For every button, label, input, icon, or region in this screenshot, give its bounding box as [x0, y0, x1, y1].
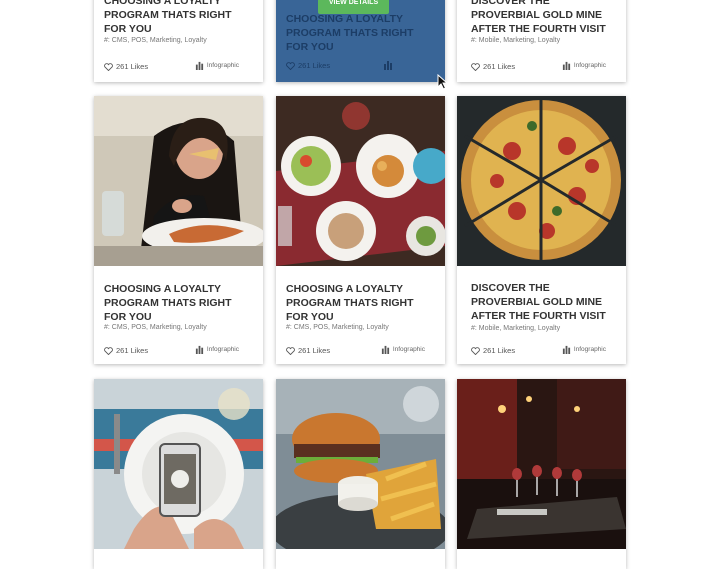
burger-photo: [276, 379, 445, 549]
heart-icon: [104, 346, 113, 355]
bar-chart-icon: [562, 61, 570, 70]
bar-chart-icon: [384, 61, 392, 70]
card-type-label: Infographic: [206, 346, 239, 353]
card-tags: #: CMS, POS, Marketing, Loyalty: [104, 37, 207, 44]
card-tags: #: CMS, POS, Marketing, Loyalty: [286, 324, 389, 331]
article-card[interactable]: Discover the Proverbial Gold Mine After …: [457, 0, 626, 82]
pizza-photo: [457, 96, 626, 266]
bar-chart-icon: [381, 345, 389, 354]
card-type-label: Infographic: [392, 346, 425, 353]
card-title[interactable]: Discover the Proverbial Gold Mine After …: [471, 0, 621, 36]
article-card[interactable]: [94, 379, 263, 569]
card-image[interactable]: [276, 96, 445, 266]
heart-icon: [471, 62, 480, 71]
card-tags: #: Mobile, Marketing, Loyalty: [471, 37, 561, 44]
likes-count: 261 Likes: [298, 61, 331, 70]
card-title[interactable]: Choosing a Loyalty Program Thats Right f…: [286, 12, 436, 54]
card-type: Infographic: [562, 61, 606, 70]
likes-button[interactable]: 261 Likes: [104, 346, 148, 355]
likes-button[interactable]: 261 Likes: [286, 346, 330, 355]
likes-button[interactable]: 261 Likes: [286, 61, 330, 70]
bar-chart-icon: [562, 345, 570, 354]
heart-icon: [286, 61, 295, 70]
heart-icon: [471, 346, 480, 355]
article-card[interactable]: [276, 379, 445, 569]
likes-button[interactable]: 261 Likes: [471, 62, 515, 71]
article-card[interactable]: Choosing a Loyalty Program Thats Right f…: [276, 96, 445, 364]
likes-button[interactable]: 261 Likes: [471, 346, 515, 355]
article-card-hover[interactable]: VIEW DETAILS Choosing a Loyalty Program …: [276, 0, 445, 82]
article-card[interactable]: [457, 379, 626, 569]
woman-eating-photo: [94, 96, 263, 266]
card-title[interactable]: Choosing a Loyalty Program Thats Right f…: [104, 282, 254, 324]
heart-icon: [286, 346, 295, 355]
bar-chart-icon: [195, 345, 203, 354]
phone-photo-of-plate: [94, 379, 263, 549]
card-title[interactable]: Discover the Proverbial Gold Mine After …: [471, 281, 621, 323]
card-image[interactable]: [457, 96, 626, 266]
card-image[interactable]: [94, 379, 263, 549]
restaurant-interior-photo: [457, 379, 626, 549]
article-card[interactable]: Choosing a Loyalty Program Thats Right f…: [94, 0, 263, 82]
card-title[interactable]: Choosing a Loyalty Program Thats Right f…: [286, 282, 436, 324]
likes-button[interactable]: 261 Likes: [104, 62, 148, 71]
bar-chart-icon: [195, 61, 203, 70]
card-type: Infographic: [381, 345, 425, 354]
likes-count: 261 Likes: [116, 62, 149, 71]
card-image[interactable]: [457, 379, 626, 549]
article-card[interactable]: Discover the Proverbial Gold Mine After …: [457, 96, 626, 364]
card-type-label: Infographic: [573, 346, 606, 353]
mouse-cursor-icon: [437, 74, 449, 90]
card-image[interactable]: [276, 379, 445, 549]
card-type-label: Infographic: [573, 62, 606, 69]
likes-count: 261 Likes: [116, 346, 149, 355]
card-tags: #: Mobile, Marketing, Loyalty: [471, 325, 561, 332]
article-card[interactable]: Choosing a Loyalty Program Thats Right f…: [94, 96, 263, 364]
card-type: [383, 60, 393, 70]
likes-count: 261 Likes: [483, 346, 516, 355]
card-tags: #: CMS, POS, Marketing, Loyalty: [104, 324, 207, 331]
card-type-label: Infographic: [206, 62, 239, 69]
card-type: Infographic: [562, 345, 606, 354]
card-title[interactable]: Choosing a Loyalty Program Thats Right f…: [104, 0, 254, 36]
card-image[interactable]: [94, 96, 263, 266]
food-table-photo: [276, 96, 445, 266]
likes-count: 261 Likes: [483, 62, 516, 71]
heart-icon: [104, 62, 113, 71]
card-type: Infographic: [195, 61, 239, 70]
likes-count: 261 Likes: [298, 346, 331, 355]
card-type: Infographic: [195, 345, 239, 354]
